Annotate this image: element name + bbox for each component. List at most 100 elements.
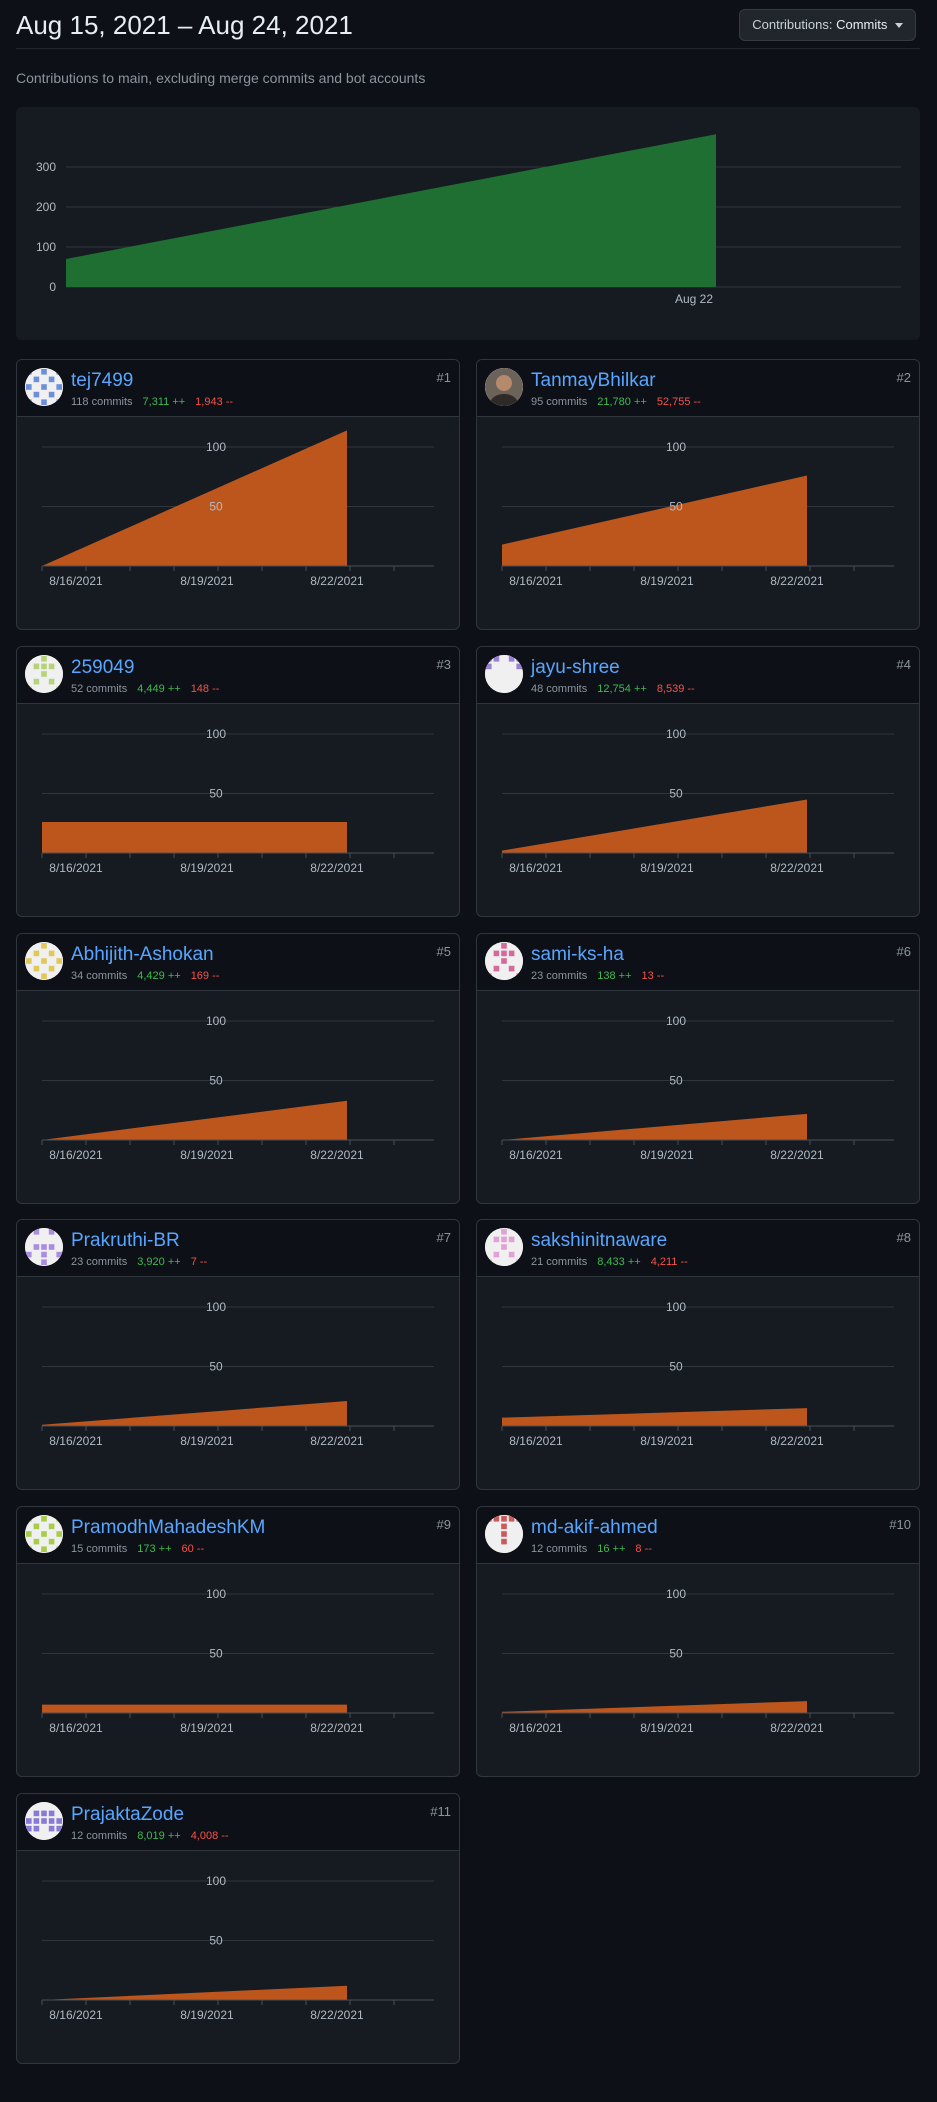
- contributor-commits-chart[interactable]: 50 100 8/16/2021 8/19/2021 8/22/2021: [17, 1564, 459, 1774]
- avatar[interactable]: [485, 654, 523, 693]
- additions-count: 4,429 ++: [137, 969, 181, 982]
- header-divider: [16, 48, 920, 49]
- contributor-commits-chart[interactable]: 50 100 8/16/2021 8/19/2021 8/22/2021: [477, 1277, 919, 1487]
- contributor-card-header: md-akif-ahmed 12 commits 16 ++ 8 -- #10: [477, 1507, 919, 1565]
- avatar-icon: [485, 368, 523, 406]
- avatar[interactable]: [25, 654, 63, 693]
- commit-count-link[interactable]: 21 commits: [531, 1256, 587, 1268]
- commit-count-link[interactable]: 48 commits: [531, 683, 587, 695]
- additions-count: 8,019 ++: [137, 1830, 181, 1842]
- contributor-name-link[interactable]: PramodhMahadeshKM: [71, 1517, 265, 1539]
- contributor-card: sami-ks-ha 23 commits 138 ++ 13 -- #6 50 100 8/…: [476, 932, 920, 1204]
- avatar[interactable]: [25, 1228, 63, 1267]
- main-chart-svg: 0 100 200 300 Aug 22: [36, 134, 901, 306]
- commit-count-link[interactable]: 34 commits: [71, 970, 127, 982]
- additions-count: 7,311 ++: [142, 396, 186, 408]
- chart-x-tick-label: 8/16/2021: [509, 861, 563, 875]
- deletions-count: 13 --: [641, 969, 665, 982]
- avatar[interactable]: [485, 941, 523, 980]
- contributor-card-header: TanmayBhilkar 95 commits 21,780 ++ 52,755 -…: [477, 360, 919, 417]
- avatar-icon: [25, 654, 63, 693]
- commit-count-link[interactable]: 118 commits: [71, 396, 133, 408]
- contributor-card: tej7499 118 commits 7,311 ++ 1,943 -- #1 50 10…: [16, 359, 460, 630]
- chart-x-tick-label: 8/22/2021: [310, 1721, 364, 1735]
- contributor-card: jayu-shree 48 commits 12,754 ++ 8,539 -- #4 5…: [476, 645, 920, 917]
- additions-count: 16 ++: [597, 1543, 626, 1556]
- contributor-name-link[interactable]: TanmayBhilkar: [531, 370, 656, 392]
- additions-count: 12,754 ++: [597, 682, 647, 695]
- chart-y-tick-label: 100: [206, 1300, 226, 1314]
- commit-count-link[interactable]: 52 commits: [71, 683, 127, 695]
- avatar[interactable]: [25, 941, 63, 980]
- contributor-name-link[interactable]: sakshinitnaware: [531, 1230, 667, 1252]
- contributor-card: PramodhMahadeshKM 15 commits 173 ++ 60 -- #9…: [16, 1506, 460, 1778]
- main-x-tick-label: Aug 22: [675, 292, 713, 306]
- contributor-rank: #4: [896, 656, 911, 672]
- contributor-commits-chart[interactable]: 50 100 8/16/2021 8/19/2021 8/22/2021: [477, 417, 919, 627]
- chart-x-tick-label: 8/16/2021: [509, 574, 563, 588]
- chart-y-tick-label: 100: [206, 440, 226, 454]
- contributor-rank: #1: [436, 370, 451, 385]
- chart-y-tick-label: 100: [206, 727, 226, 741]
- contributor-stats: 52 commits 4,449 ++ 148 --: [71, 683, 219, 695]
- contributor-name-link[interactable]: 259049: [71, 657, 134, 679]
- avatar-icon: [25, 1802, 63, 1840]
- commit-count-link[interactable]: 12 commits: [71, 1830, 127, 1842]
- chart-y-tick-label: 100: [666, 727, 686, 741]
- contributor-commits-chart[interactable]: 50 100 8/16/2021 8/19/2021 8/22/2021: [17, 1277, 459, 1487]
- chart-x-tick-label: 8/19/2021: [180, 1721, 234, 1735]
- chart-x-tick-label: 8/19/2021: [640, 574, 694, 588]
- contributions-dropdown-button[interactable]: Contributions: Commits: [739, 9, 916, 41]
- avatar-icon: [25, 1228, 63, 1267]
- contributor-card-header: Prakruthi-BR 23 commits 3,920 ++ 7 -- #7: [17, 1220, 459, 1278]
- avatar[interactable]: [25, 1802, 63, 1840]
- chart-x-tick-label: 8/22/2021: [310, 2008, 364, 2022]
- avatar[interactable]: [25, 368, 63, 406]
- contributor-card: PrajaktaZode 12 commits 8,019 ++ 4,008 -- #1…: [16, 1793, 460, 2064]
- contributions-label: Contributions:: [752, 17, 833, 32]
- contributor-name-link[interactable]: jayu-shree: [531, 657, 620, 679]
- chart-y-tick-label: 50: [209, 1934, 223, 1948]
- chart-x-tick-label: 8/22/2021: [310, 861, 364, 875]
- contributor-name-link[interactable]: md-akif-ahmed: [531, 1517, 658, 1539]
- contributor-commits-chart[interactable]: 50 100 8/16/2021 8/19/2021 8/22/2021: [17, 417, 459, 627]
- contributor-name-link[interactable]: PrajaktaZode: [71, 1804, 184, 1826]
- commit-count-link[interactable]: 23 commits: [71, 1256, 127, 1268]
- avatar[interactable]: [485, 368, 523, 406]
- main-y-tick-label: 200: [36, 200, 56, 214]
- chart-x-tick-label: 8/22/2021: [310, 574, 364, 588]
- contributor-commits-chart[interactable]: 50 100 8/16/2021 8/19/2021 8/22/2021: [17, 1851, 459, 2061]
- chart-y-tick-label: 100: [206, 1587, 226, 1601]
- contributor-rank: #6: [896, 943, 911, 959]
- chart-y-tick-label: 100: [666, 1014, 686, 1028]
- avatar[interactable]: [485, 1228, 523, 1267]
- contributor-commits-chart[interactable]: 50 100 8/16/2021 8/19/2021 8/22/2021: [17, 704, 459, 914]
- commit-count-link[interactable]: 23 commits: [531, 970, 587, 982]
- contributor-commits-chart[interactable]: 50 100 8/16/2021 8/19/2021 8/22/2021: [477, 1564, 919, 1774]
- contributor-rank: #2: [896, 370, 911, 385]
- contributor-commits-area: [42, 1985, 347, 2000]
- contributor-name-link[interactable]: sami-ks-ha: [531, 944, 624, 966]
- main-commits-area: [66, 134, 716, 287]
- contributor-name-link[interactable]: tej7499: [71, 370, 133, 392]
- commit-count-link[interactable]: 12 commits: [531, 1543, 587, 1555]
- contributor-commits-chart[interactable]: 50 100 8/16/2021 8/19/2021 8/22/2021: [477, 991, 919, 1201]
- deletions-count: 4,008 --: [190, 1830, 229, 1842]
- contributor-commits-area: [502, 1113, 807, 1140]
- avatar[interactable]: [485, 1515, 523, 1554]
- contributor-card: TanmayBhilkar 95 commits 21,780 ++ 52,755 -…: [476, 359, 920, 630]
- main-commits-chart[interactable]: 0 100 200 300 Aug 22: [16, 107, 920, 340]
- contributor-card-header: 259049 52 commits 4,449 ++ 148 -- #3: [17, 646, 459, 704]
- contributor-commits-chart[interactable]: 50 100 8/16/2021 8/19/2021 8/22/2021: [17, 991, 459, 1201]
- chart-y-tick-label: 100: [206, 1874, 226, 1888]
- avatar[interactable]: [25, 1515, 63, 1554]
- contributor-name-link[interactable]: Abhijith-Ashokan: [71, 944, 214, 966]
- contributor-commits-chart[interactable]: 50 100 8/16/2021 8/19/2021 8/22/2021: [477, 704, 919, 914]
- chart-x-tick-label: 8/16/2021: [509, 1434, 563, 1448]
- contributor-rank: #9: [436, 1517, 451, 1533]
- commit-count-link[interactable]: 95 commits: [531, 396, 587, 408]
- additions-count: 138 ++: [597, 969, 632, 982]
- contributor-name-link[interactable]: Prakruthi-BR: [71, 1230, 180, 1252]
- commit-count-link[interactable]: 15 commits: [71, 1543, 127, 1555]
- avatar-icon: [485, 654, 523, 693]
